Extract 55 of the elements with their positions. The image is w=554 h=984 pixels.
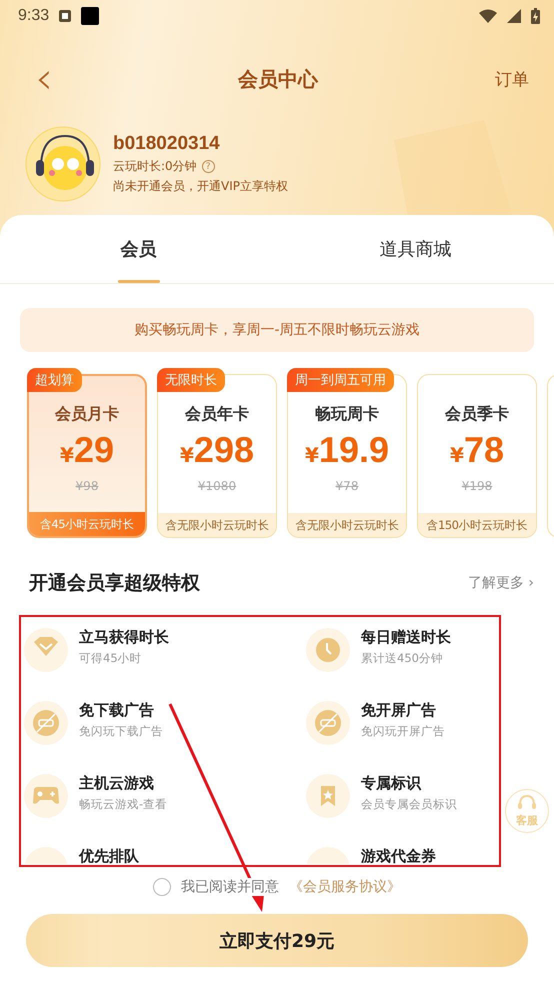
original-price: ¥78 [336,479,358,493]
plan-price: 298 [194,429,254,471]
benefit-title: 免下载广告 [79,701,155,720]
benefit-title: 优先排队 [79,847,139,864]
agreement-text: 我已阅读并同意 [181,878,279,896]
tab[interactable]: 会员 [0,215,277,283]
benefit-description: 累计送450分钟 [361,651,444,666]
tab[interactable]: 道具商城 [277,215,554,283]
currency-sign: ¥ [60,443,74,467]
benefit-title: 专属标识 [361,774,422,793]
section-title: 开通会员享超级特权 [29,571,200,596]
plan-name: 会员季卡 [445,404,509,425]
plan-tag: 周一到周五可用 [287,368,394,392]
plan-included-time: 含150小时云玩时长 [418,513,536,537]
membership-notice: 尚未开通会员，开通VIP立享特权 [113,178,288,195]
plan-price: 29 [74,429,114,471]
benefit-description: 可得45小时 [79,651,143,666]
back-button[interactable]: ‹ [24,57,64,101]
plan-price: 78 [464,429,504,471]
benefit-description: 免闪玩下载广告 [79,724,163,739]
plan-tag: 超划算 [27,368,82,392]
original-price: ¥1080 [198,479,236,493]
original-price: ¥198 [462,479,492,493]
promo-banner: 购买畅玩周卡，享周一-周五不限时畅玩云游戏 [20,308,534,352]
orders-button[interactable]: 订单 [492,68,532,90]
plan-card[interactable]: 无限时长 会员年卡 ¥298 ¥1080 含无限小时云玩时长 [157,368,277,538]
benefit-title: 立马获得时长 [79,628,169,647]
plan-tag: 无限时长 [157,368,225,392]
plan-name: 会员年卡 [185,404,249,425]
currency-sign: ¥ [305,443,319,467]
plan-included-time: 含无限小时云玩时长 [288,513,406,537]
benefit-title: 每日赠送时长 [361,628,451,647]
benefit-title: 主机云游戏 [79,774,155,793]
pay-button[interactable]: 立即支付29元 [26,914,528,967]
benefit-description: 会员专属会员标识 [361,797,457,812]
plan-included-time: 含45小时云玩时长 [29,512,145,536]
cloud-time-text: 云玩时长:0分钟 [113,158,197,175]
plan-name: 畅玩周卡 [315,404,379,425]
plan-card[interactable]: 会员季卡 ¥78 ¥198 含150小时云玩时长 [417,368,537,538]
page-title: 会员中心 [236,66,320,92]
benefit-description: 免闪玩开屏广告 [361,724,445,739]
plan-price: 19.9 [318,429,389,471]
plan-name: 会员月卡 [55,404,119,425]
status-time: 9:33 [18,7,50,25]
original-price: ¥98 [76,479,98,493]
benefit-title: 免开屏广告 [361,701,437,720]
learn-more-link[interactable]: 了解更多 › [468,574,534,592]
benefit-title: 游戏代金券 [361,847,436,864]
currency-sign: ¥ [450,443,464,467]
plan-card[interactable]: 超划算 会员月卡 ¥29 ¥98 含45小时云玩时长 [27,368,147,538]
benefit-description: 畅玩云游戏-查看 [79,797,168,812]
plan-included-time: 含无限小时云玩时长 [158,513,276,537]
username: b018020314 [113,133,221,155]
plan-card[interactable]: 周一到周五可用 畅玩周卡 ¥19.9 ¥78 含无限小时云玩时长 [287,368,407,538]
currency-sign: ¥ [180,443,194,467]
